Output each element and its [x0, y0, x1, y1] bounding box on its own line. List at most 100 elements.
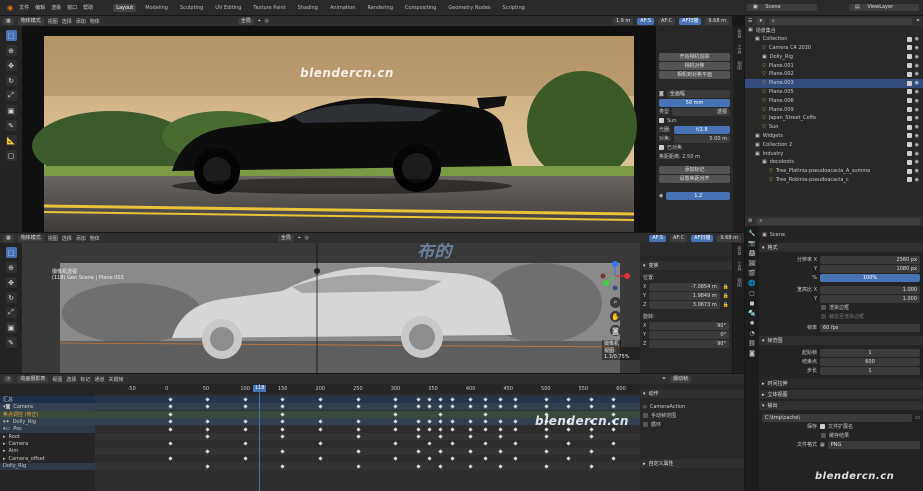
outliner-item[interactable]: ▽ Tree_Platinia-pseudoacacia_A_summe ◉: [745, 167, 923, 176]
eye-icon[interactable]: ◉: [915, 63, 919, 69]
eye-icon[interactable]: ◉: [915, 80, 919, 86]
file-format-select[interactable]: PNG: [827, 440, 920, 449]
cursor-icon[interactable]: ⊕: [5, 45, 17, 56]
tab-scripting[interactable]: Scripting: [500, 4, 528, 12]
scene-tab-icon[interactable]: 🎬: [748, 270, 755, 277]
output-section[interactable]: ▾ 输出: [759, 401, 923, 410]
tab-texture-paint[interactable]: Texture Paint: [250, 4, 288, 12]
focus-field[interactable]: 5.00 m: [673, 134, 730, 143]
add-cube-icon[interactable]: ▢: [5, 150, 17, 161]
visibility-checkbox[interactable]: [906, 159, 912, 165]
cursor-icon-2[interactable]: ⊕: [5, 262, 17, 273]
ds-menu-select[interactable]: 选择: [66, 376, 76, 383]
af-s-button[interactable]: AF:S: [637, 17, 655, 25]
outliner-item[interactable]: ▣ decoloots ◉: [745, 158, 923, 167]
view-layer-tab-icon[interactable]: 🖼: [748, 260, 756, 267]
navigation-gizmo[interactable]: [600, 261, 630, 291]
camera-track-button[interactable]: 开始相机追踪: [659, 52, 730, 61]
af-s-button-2[interactable]: AF:S: [649, 234, 667, 242]
ds-menu-marker[interactable]: 标记: [80, 376, 90, 383]
channel-row[interactable]: Dolly_Rig: [0, 462, 95, 470]
menu-select-2[interactable]: 选择: [62, 235, 72, 242]
tab-item-2[interactable]: 条目: [735, 243, 742, 259]
move-icon-2[interactable]: ✥: [5, 277, 17, 288]
eye-icon[interactable]: ◉: [915, 159, 919, 165]
aspect-y-field[interactable]: 1.000: [820, 294, 920, 303]
location-z-field[interactable]: 3.0673 m: [649, 300, 720, 309]
camera-focus-button[interactable]: 相机对焦: [659, 61, 730, 70]
camera-view-icon[interactable]: ◙: [610, 325, 621, 336]
visibility-checkbox[interactable]: [906, 63, 912, 69]
menu-add[interactable]: 添加: [76, 18, 86, 25]
output-path-field[interactable]: C:\tmp\cache\: [762, 413, 913, 422]
action-select[interactable]: 摄动帧: [669, 375, 691, 383]
eye-icon[interactable]: ◉: [915, 142, 919, 148]
measure-icon[interactable]: 📐: [5, 135, 17, 146]
tab-uv-editing[interactable]: UV Editing: [212, 4, 244, 12]
physics-tab-icon[interactable]: ◔: [749, 330, 754, 337]
outliner-item[interactable]: ▽ Sun ◉: [745, 123, 923, 132]
snap-icon-2[interactable]: ⌖: [298, 235, 301, 241]
tool-tab-icon[interactable]: 🔧: [748, 230, 755, 237]
af-scan-button-2[interactable]: AF扫描: [691, 234, 714, 242]
af-scan-button[interactable]: AF扫描: [679, 17, 702, 25]
channel-row[interactable]: ▸ Camera: [0, 440, 95, 447]
render-tab-icon[interactable]: 📷: [748, 240, 755, 247]
move-icon[interactable]: ✥: [5, 60, 17, 71]
frame-ruler[interactable]: -50 0 50 100 150 200 250 300 350 400 450 500 550 600: [95, 384, 640, 394]
type-select[interactable]: 透视: [672, 107, 730, 116]
visibility-checkbox[interactable]: [906, 115, 912, 121]
snap-icon[interactable]: ⌖: [258, 18, 261, 24]
file-extensions-checkbox[interactable]: [820, 424, 825, 429]
properties-editor-icon[interactable]: ⚙: [748, 218, 752, 224]
ds-menu-channel[interactable]: 通道: [94, 376, 104, 383]
constraints-tab-icon[interactable]: ⛓: [748, 340, 756, 347]
menu-object[interactable]: 物体: [90, 18, 100, 25]
lock-icon[interactable]: 🔒: [723, 293, 729, 299]
select-box-icon-2[interactable]: ⬚: [5, 247, 17, 258]
cycle-checkbox[interactable]: [643, 422, 648, 427]
visibility-checkbox[interactable]: [906, 71, 912, 77]
lock-icon[interactable]: 🔒: [723, 284, 729, 290]
frame-step-field[interactable]: 1: [820, 366, 920, 375]
outliner-item[interactable]: ▽ Plane.006 ◉: [745, 96, 923, 105]
transform-orientation[interactable]: 全局: [237, 17, 254, 25]
menu-file[interactable]: 文件: [19, 4, 29, 11]
tab-sculpting[interactable]: Sculpting: [177, 4, 206, 12]
outliner-item[interactable]: ▽ Plane.005 ◉: [745, 88, 923, 97]
visibility-checkbox[interactable]: [906, 151, 912, 157]
visibility-checkbox[interactable]: [906, 177, 912, 183]
proportional-icon-2[interactable]: ◎: [305, 235, 309, 241]
set-focal-align-button[interactable]: 设置焦距对齐: [659, 174, 730, 183]
resolution-y-field[interactable]: 1080 px: [820, 264, 920, 273]
visibility-checkbox[interactable]: [906, 107, 912, 113]
visibility-checkbox[interactable]: [906, 142, 912, 148]
rotation-z-field[interactable]: 90°: [649, 339, 729, 348]
tab-geometry-nodes[interactable]: Geometry Nodes: [445, 4, 493, 12]
properties-search[interactable]: ⌕: [756, 217, 920, 225]
eye-icon[interactable]: ◉: [915, 115, 919, 121]
menu-select[interactable]: 选择: [62, 18, 72, 25]
select-box-icon[interactable]: ⬚: [5, 30, 17, 41]
dopesheet-mode-select[interactable]: 动画摄影表: [17, 375, 49, 383]
editor-type-button[interactable]: ▦: [3, 17, 14, 25]
render-viewport[interactable]: blendercn.cn: [22, 26, 656, 232]
collection-tab-icon[interactable]: ▢: [749, 290, 755, 297]
channel-row[interactable]: 汇总: [0, 396, 95, 404]
visibility-checkbox[interactable]: [906, 124, 912, 130]
menu-help[interactable]: 帮助: [83, 4, 93, 11]
outliner-item[interactable]: ▣ Collection ◉: [745, 35, 923, 44]
stereo-section[interactable]: ▸ 立体视图: [759, 390, 923, 399]
channel-row[interactable]: ▸ Root: [0, 433, 95, 440]
tab-shading[interactable]: Shading: [295, 4, 321, 12]
crop-checkbox[interactable]: [821, 314, 826, 319]
resolution-x-field[interactable]: 2560 px: [820, 255, 920, 264]
menu-object-2[interactable]: 物体: [90, 235, 100, 242]
tab-compositing[interactable]: Compositing: [402, 4, 439, 12]
playhead[interactable]: [258, 384, 260, 491]
transform-icon-2[interactable]: ▣: [5, 322, 17, 333]
outliner-item[interactable]: ▽ Plane.003 ◉: [745, 78, 923, 88]
visibility-checkbox[interactable]: [906, 80, 912, 86]
annotate-icon[interactable]: ✎: [5, 120, 17, 131]
lock-icon[interactable]: 🔒: [723, 302, 729, 308]
